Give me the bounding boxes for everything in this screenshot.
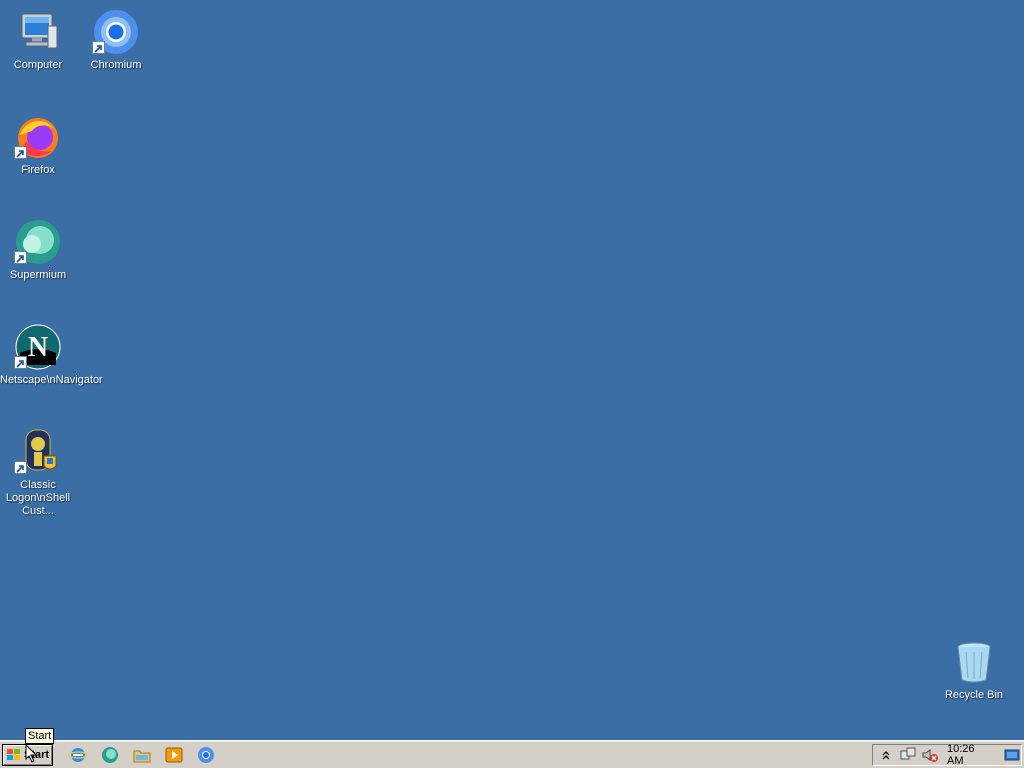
shortcut-arrow-icon [14,146,27,159]
mouse-cursor-icon [25,743,38,767]
desktop-icon-computer[interactable]: Computer [0,8,76,72]
desktop-icon-label: Supermium [9,269,67,281]
system-tray: 10:26 AM [872,743,1022,767]
chromium-icon [92,8,140,56]
ie-icon[interactable] [68,746,88,764]
desktop-icon-label: Computer [13,59,63,71]
shortcut-arrow-icon [14,356,27,369]
clock[interactable]: 10:26 AM [947,743,993,767]
chromium-icon[interactable] [196,746,216,764]
quick-launch [68,746,216,764]
windows-logo-icon [6,748,22,762]
desktop-icon-netscape-navigator[interactable]: N Netscape\nNavigator [0,323,103,387]
desktop-icon-label: Netscape\nNavigator [0,374,103,386]
desktop-icon-recycle-bin[interactable]: Recycle Bin [936,638,1012,702]
supermium-icon[interactable] [100,746,120,764]
media-player-icon[interactable] [164,746,184,764]
desktop-icon-label: Classic Logon\nShell Cust... [5,479,71,517]
explorer-icon[interactable] [132,746,152,764]
desktop-icon-classic-logon-shell[interactable]: Classic Logon\nShell Cust... [0,428,76,518]
svg-text:N: N [28,332,48,363]
supermium-icon [14,218,62,266]
desktop-icon-label: Chromium [90,59,142,71]
classic-logon-icon [14,428,62,476]
desktop: Computer Chromium Firefox Supermium N Ne… [0,0,1024,740]
netscape-icon: N [14,323,62,371]
desktop-icon-chromium[interactable]: Chromium [78,8,154,72]
shortcut-arrow-icon [92,41,105,54]
desktop-icon[interactable] [1003,746,1021,764]
start-tooltip: Start [25,728,55,744]
firefox-icon [14,113,62,161]
desktop-icon-firefox[interactable]: Firefox [0,113,76,177]
desktop-icon-supermium[interactable]: Supermium [0,218,76,282]
taskbar: Start [0,740,1024,768]
show-hidden-icon[interactable] [877,746,895,764]
network-icon[interactable] [899,746,917,764]
desktop-icon-label: Recycle Bin [944,689,1004,701]
volume-muted-icon[interactable] [921,746,939,764]
shortcut-arrow-icon [14,461,27,474]
shortcut-arrow-icon [14,251,27,264]
recycle-bin-icon [950,638,998,686]
desktop-icon-label: Firefox [21,164,55,176]
computer-icon [14,8,62,56]
